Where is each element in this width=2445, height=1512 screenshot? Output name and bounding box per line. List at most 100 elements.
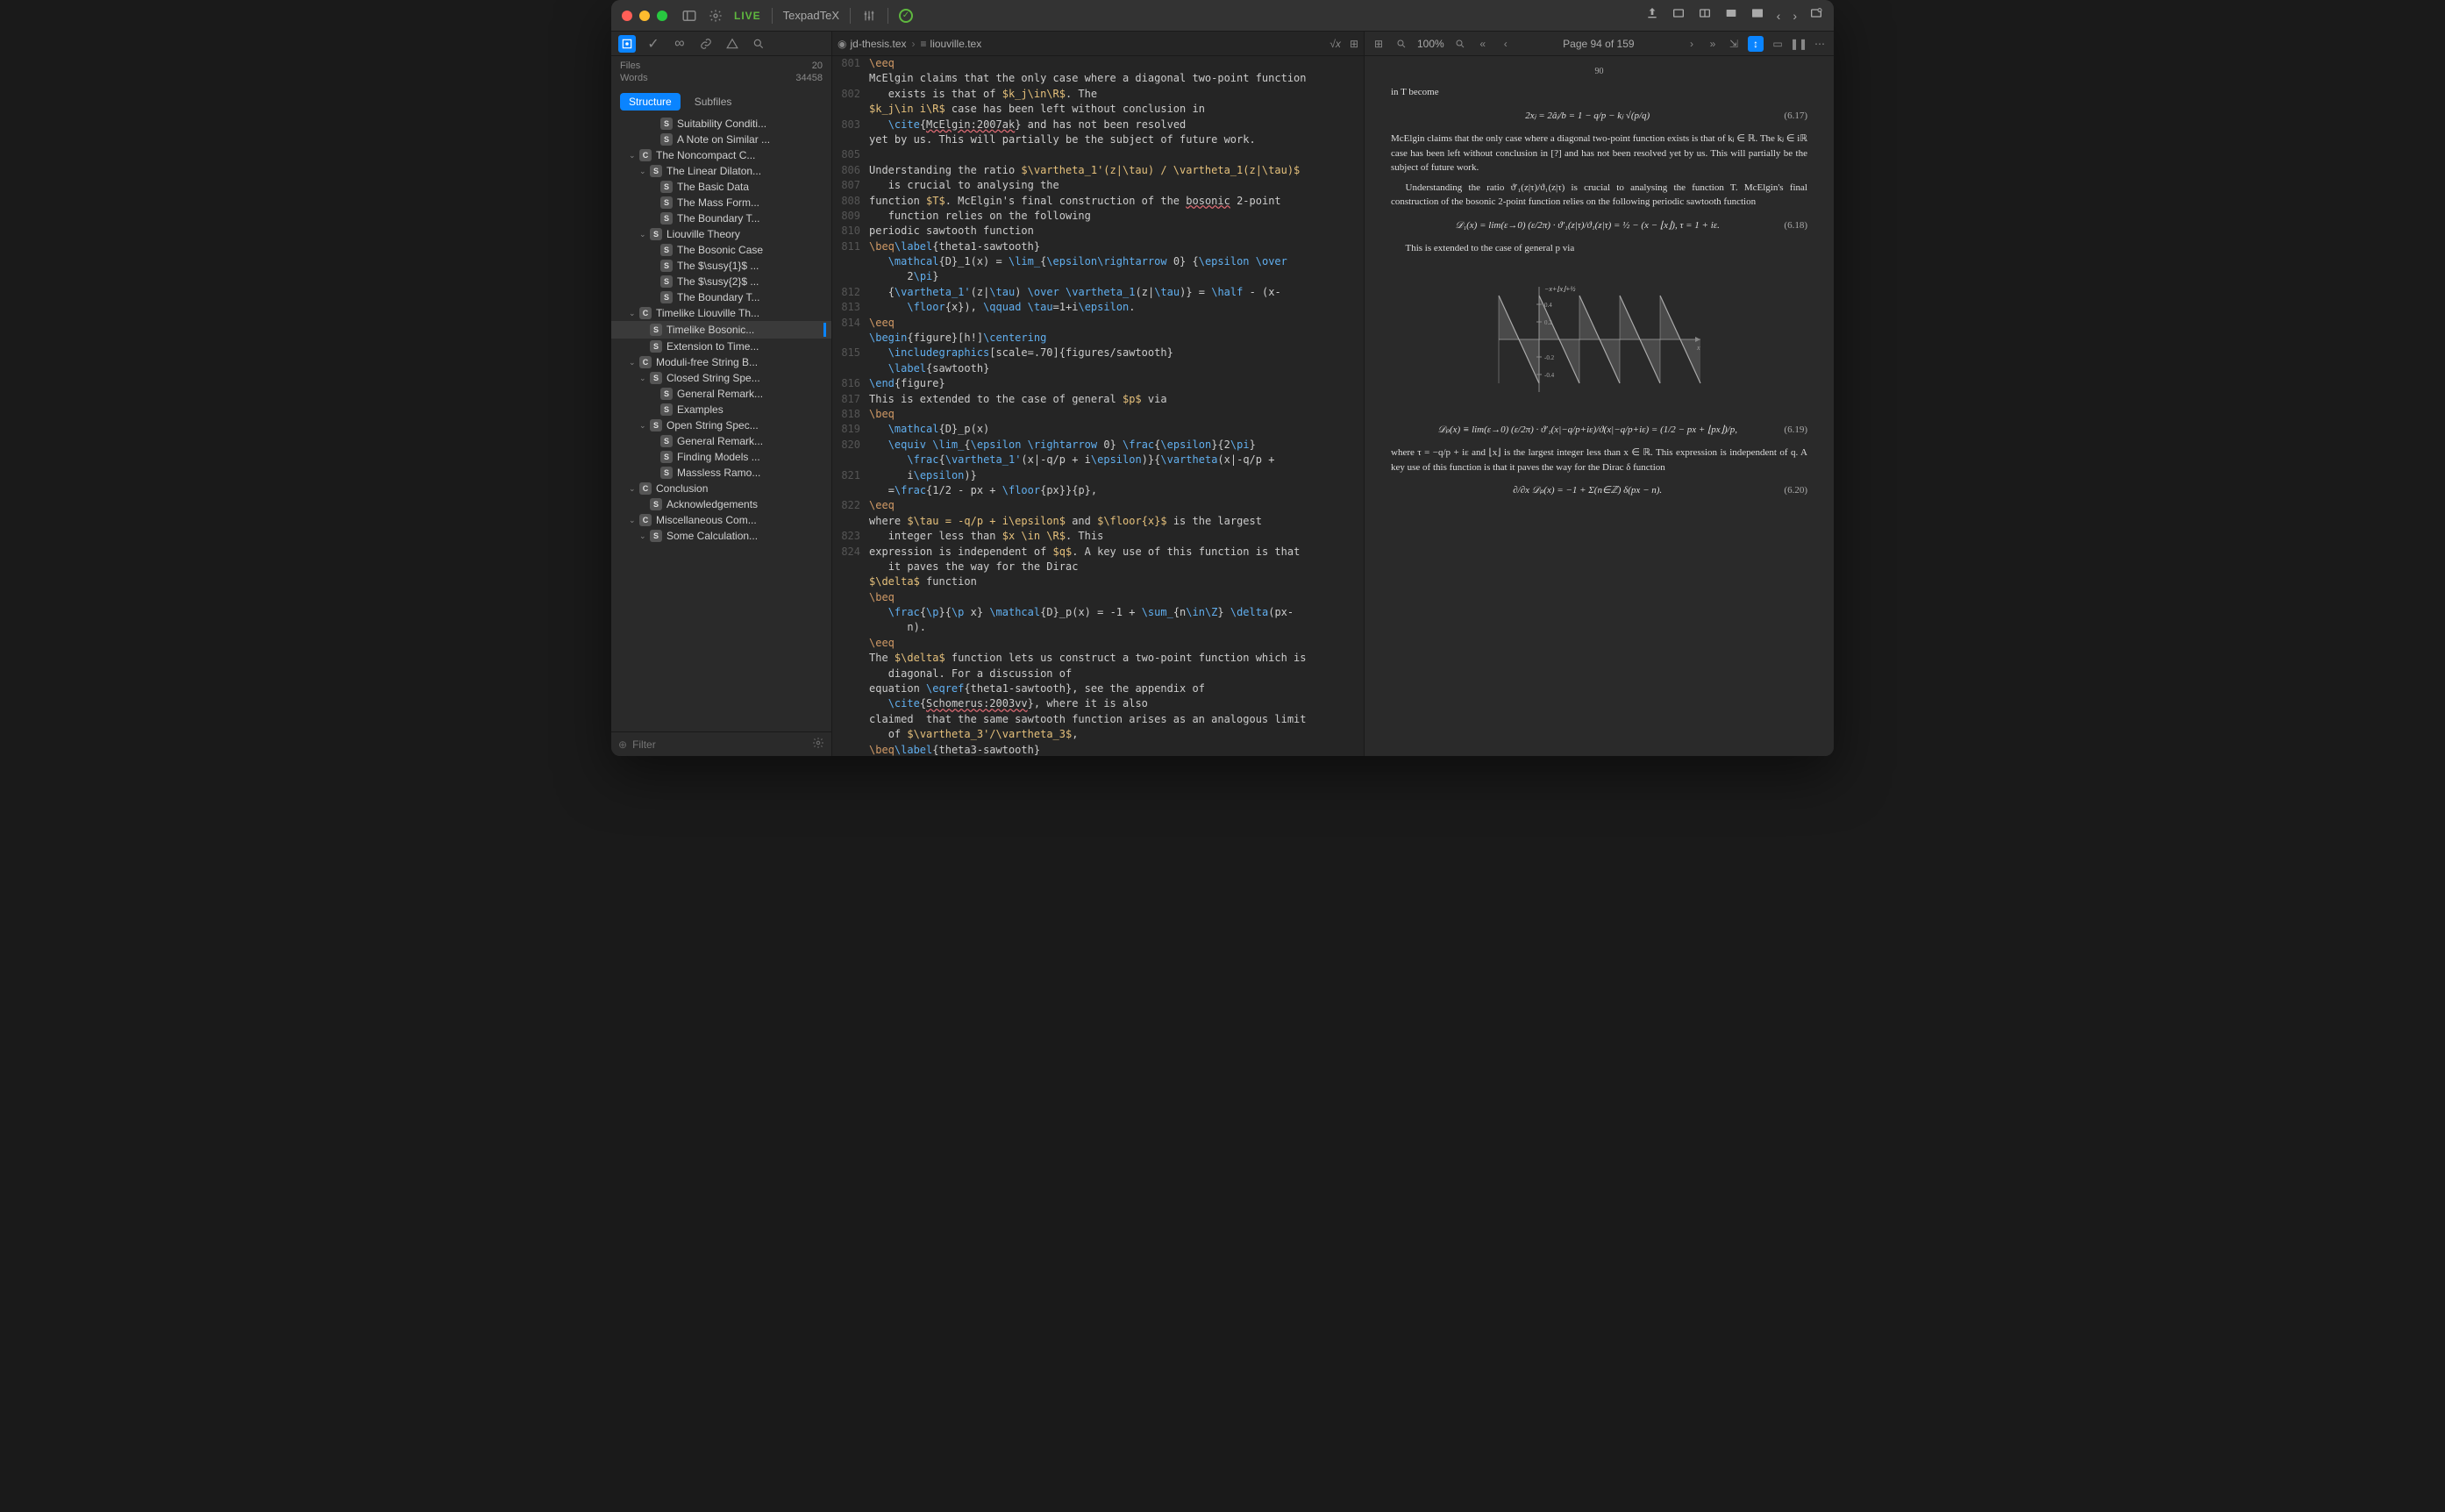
next-icon[interactable]: › bbox=[1685, 37, 1699, 51]
code-line[interactable]: \beq bbox=[832, 590, 1364, 605]
code-content[interactable]: of $\vartheta_3'/\vartheta_3$, bbox=[869, 727, 1364, 742]
outline-item[interactable]: SThe Bosonic Case bbox=[611, 242, 831, 258]
code-line[interactable]: 824expression is independent of $q$. A k… bbox=[832, 545, 1364, 560]
gear-icon[interactable] bbox=[812, 737, 824, 752]
chevron-icon[interactable]: ⌄ bbox=[639, 421, 650, 431]
gears-icon[interactable] bbox=[708, 8, 724, 24]
chevron-icon[interactable]: ⌄ bbox=[629, 516, 639, 525]
code-line[interactable]: it paves the way for the Dirac bbox=[832, 560, 1364, 574]
code-content[interactable]: function $T$. McElgin's final constructi… bbox=[869, 194, 1364, 209]
status-ok-icon[interactable]: ✓ bbox=[899, 9, 913, 23]
code-content[interactable]: yet by us. This will partially be the su… bbox=[869, 132, 1364, 147]
code-content[interactable]: claimed that the same sawtooth function … bbox=[869, 712, 1364, 727]
code-content[interactable]: periodic sawtooth function bbox=[869, 224, 1364, 239]
nav-back-icon[interactable]: ‹ bbox=[1777, 9, 1781, 23]
infinity-icon[interactable]: ∞ bbox=[671, 35, 688, 53]
code-line[interactable]: 801\eeq bbox=[832, 56, 1364, 71]
code-line[interactable]: 814\eeq bbox=[832, 316, 1364, 331]
code-line[interactable]: 2\pi} bbox=[832, 269, 1364, 284]
code-line[interactable]: diagonal. For a discussion of bbox=[832, 667, 1364, 681]
outline-item[interactable]: ⌄CThe Noncompact C... bbox=[611, 147, 831, 163]
code-content[interactable]: $k_j\in i\R$ case has been left without … bbox=[869, 102, 1364, 117]
code-content[interactable]: is crucial to analysing the bbox=[869, 178, 1364, 193]
new-window-icon[interactable]: + bbox=[1809, 6, 1823, 25]
code-content[interactable]: \mathcal{D}_p(x) bbox=[869, 422, 1364, 437]
outline-item[interactable]: SThe Mass Form... bbox=[611, 195, 831, 210]
code-content[interactable]: i\epsilon)} bbox=[869, 468, 1364, 483]
grid-icon[interactable]: ⊞ bbox=[1350, 38, 1358, 50]
code-content[interactable]: \cite{Schomerus:2003vv}, where it is als… bbox=[869, 696, 1364, 711]
outline-item[interactable]: ⌄SClosed String Spe... bbox=[611, 370, 831, 386]
code-line[interactable]: \cite{Schomerus:2003vv}, where it is als… bbox=[832, 696, 1364, 711]
prev-page-icon[interactable]: « bbox=[1476, 37, 1490, 51]
engine-label[interactable]: TexpadTeX bbox=[783, 9, 839, 22]
search-preview-icon[interactable] bbox=[1453, 37, 1467, 51]
code-content[interactable]: Understanding the ratio $\vartheta_1'(z|… bbox=[869, 163, 1364, 178]
code-line[interactable]: claimed that the same sawtooth function … bbox=[832, 712, 1364, 727]
outline-item[interactable]: SExamples bbox=[611, 402, 831, 417]
link-icon[interactable] bbox=[697, 35, 715, 53]
code-content[interactable]: \frac{\p}{\p x} \mathcal{D}_p(x) = -1 + … bbox=[869, 605, 1364, 620]
code-line[interactable]: 807 is crucial to analysing the bbox=[832, 178, 1364, 193]
code-content[interactable] bbox=[869, 147, 1364, 162]
outline-item[interactable]: SThe $\susy{2}$ ... bbox=[611, 274, 831, 289]
zoom-icon[interactable] bbox=[1394, 37, 1408, 51]
code-content[interactable]: \mathcal{D}_1(x) = \lim_{\epsilon\righta… bbox=[869, 254, 1364, 269]
code-line[interactable]: 822\eeq bbox=[832, 498, 1364, 513]
code-content[interactable]: \cite{McElgin:2007ak} and has not been r… bbox=[869, 118, 1364, 132]
layout-single-icon[interactable] bbox=[1672, 6, 1686, 25]
outline-item[interactable]: ⌄SThe Linear Dilaton... bbox=[611, 163, 831, 179]
outline-item[interactable]: SGeneral Remark... bbox=[611, 433, 831, 449]
code-line[interactable]: 813 \floor{x}), \qquad \tau=1+i\epsilon. bbox=[832, 300, 1364, 315]
code-line[interactable]: 808function $T$. McElgin's final constru… bbox=[832, 194, 1364, 209]
code-line[interactable]: 806Understanding the ratio $\vartheta_1'… bbox=[832, 163, 1364, 178]
code-line[interactable]: yet by us. This will partially be the su… bbox=[832, 132, 1364, 147]
outline-item[interactable]: SThe $\susy{1}$ ... bbox=[611, 258, 831, 274]
outline-item[interactable]: STimelike Bosonic... bbox=[611, 321, 831, 339]
code-content[interactable]: \eeq bbox=[869, 498, 1364, 513]
code-line[interactable]: 823 integer less than $x \in \R$. This bbox=[832, 529, 1364, 544]
code-line[interactable]: 815 \includegraphics[scale=.70]{figures/… bbox=[832, 346, 1364, 360]
window-minimize-button[interactable] bbox=[639, 11, 650, 21]
code-line[interactable]: $\delta$ function bbox=[832, 574, 1364, 589]
code-line[interactable]: 821 i\epsilon)} bbox=[832, 468, 1364, 483]
code-line[interactable]: equation \eqref{theta1-sawtooth}, see th… bbox=[832, 681, 1364, 696]
code-content[interactable]: where $\tau = -q/p + i\epsilon$ and $\fl… bbox=[869, 514, 1364, 529]
code-content[interactable]: $\delta$ function bbox=[869, 574, 1364, 589]
code-content[interactable]: n). bbox=[869, 620, 1364, 635]
pause-icon[interactable]: ❚❚ bbox=[1792, 37, 1806, 51]
code-content[interactable]: \beq bbox=[869, 407, 1364, 422]
code-content[interactable]: diagonal. For a discussion of bbox=[869, 667, 1364, 681]
code-content[interactable]: \end{figure} bbox=[869, 376, 1364, 391]
outline-item[interactable]: ⌄CConclusion bbox=[611, 481, 831, 496]
code-line[interactable]: McElgin claims that the only case where … bbox=[832, 71, 1364, 86]
code-line[interactable]: \beq\label{theta3-sawtooth} bbox=[832, 743, 1364, 756]
more-icon[interactable]: ⋯ bbox=[1813, 37, 1827, 51]
layout-preview-icon[interactable] bbox=[1724, 6, 1738, 25]
code-line[interactable]: 819 \mathcal{D}_p(x) bbox=[832, 422, 1364, 437]
tab-subfiles[interactable]: Subfiles bbox=[686, 93, 741, 111]
code-content[interactable]: \includegraphics[scale=.70]{figures/sawt… bbox=[869, 346, 1364, 360]
code-line[interactable]: 812 {\vartheta_1'(z|\tau) \over \varthet… bbox=[832, 285, 1364, 300]
code-line[interactable]: $k_j\in i\R$ case has been left without … bbox=[832, 102, 1364, 117]
chevron-icon[interactable]: ⌄ bbox=[629, 309, 639, 318]
outline-item[interactable]: SThe Basic Data bbox=[611, 179, 831, 195]
code-line[interactable]: 805 bbox=[832, 147, 1364, 162]
code-line[interactable]: 818\beq bbox=[832, 407, 1364, 422]
outline-item[interactable]: SSuitability Conditi... bbox=[611, 116, 831, 132]
outline-item[interactable]: ⌄SOpen String Spec... bbox=[611, 417, 831, 433]
code-line[interactable]: 811\beq\label{theta1-sawtooth} bbox=[832, 239, 1364, 254]
outline-item[interactable]: ⌄SSome Calculation... bbox=[611, 528, 831, 544]
code-editor[interactable]: 801\eeqMcElgin claims that the only case… bbox=[832, 56, 1364, 756]
chevron-icon[interactable]: ⌄ bbox=[629, 358, 639, 367]
code-content[interactable]: \beq bbox=[869, 590, 1364, 605]
code-content[interactable]: equation \eqref{theta1-sawtooth}, see th… bbox=[869, 681, 1364, 696]
code-content[interactable]: function relies on the following bbox=[869, 209, 1364, 224]
code-content[interactable]: \eeq bbox=[869, 316, 1364, 331]
sqrt-icon[interactable]: √x bbox=[1329, 38, 1341, 50]
code-content[interactable]: 2\pi} bbox=[869, 269, 1364, 284]
code-content[interactable]: \eeq bbox=[869, 636, 1364, 651]
code-content[interactable]: =\frac{1/2 - px + \floor{px}}{p}, bbox=[869, 483, 1364, 498]
code-content[interactable]: \floor{x}), \qquad \tau=1+i\epsilon. bbox=[869, 300, 1364, 315]
chevron-icon[interactable]: ⌄ bbox=[639, 230, 650, 239]
